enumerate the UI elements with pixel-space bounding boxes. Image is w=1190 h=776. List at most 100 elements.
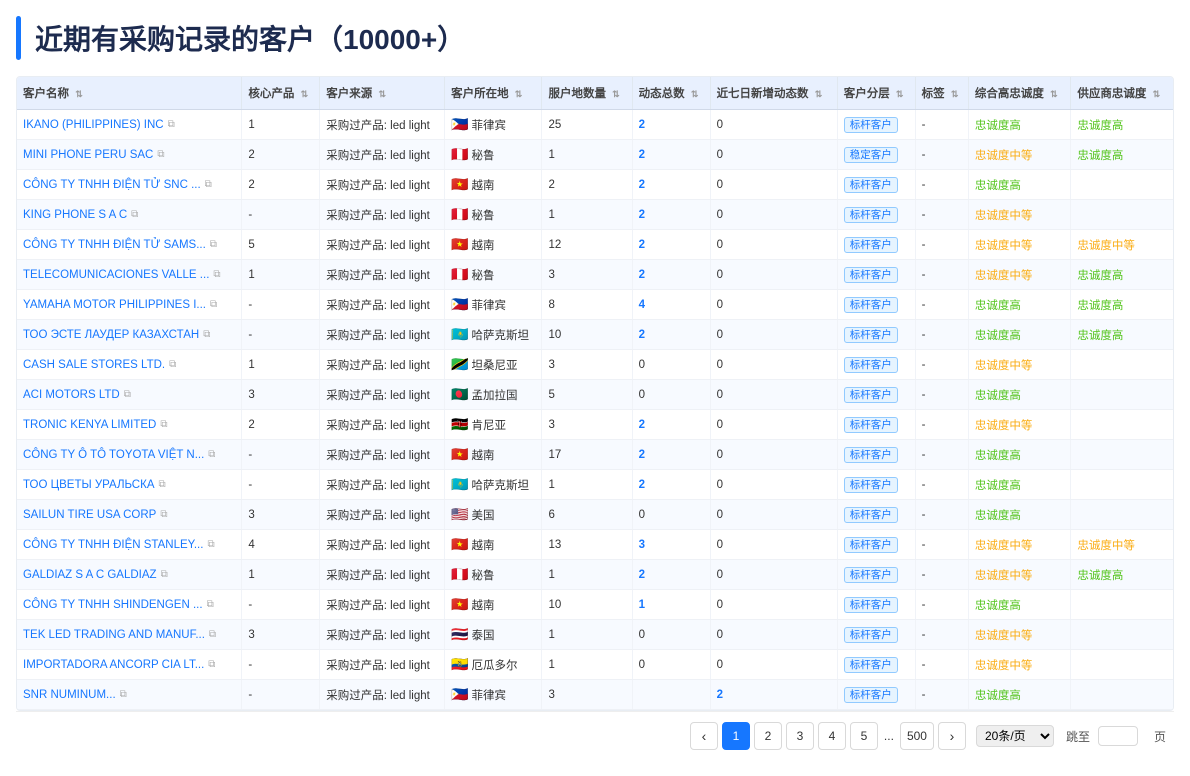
copy-icon[interactable]: ⧉	[120, 689, 127, 700]
cell-name: TELECOMUNICACIONES VALLE ... ⧉	[17, 260, 242, 290]
copy-icon[interactable]: ⧉	[160, 509, 167, 520]
copy-icon[interactable]: ⧉	[207, 599, 214, 610]
cell-source: 采购过产品: led light	[320, 410, 445, 440]
copy-icon[interactable]: ⧉	[208, 449, 215, 460]
cell-loyalty-overall: 忠诚度高	[968, 440, 1071, 470]
page-1-button[interactable]: 1	[722, 722, 750, 750]
cell-core-product: 3	[242, 380, 320, 410]
cell-supplier-count: 13	[542, 530, 632, 560]
col-source[interactable]: 客户来源 ⇅	[320, 77, 445, 110]
cell-loyalty-supplier	[1071, 350, 1173, 380]
cell-supplier-count: 1	[542, 620, 632, 650]
cell-loyalty-overall: 忠诚度高	[968, 380, 1071, 410]
cell-tag: -	[915, 680, 968, 710]
cell-core-product: 3	[242, 500, 320, 530]
cell-loyalty-supplier	[1071, 470, 1173, 500]
copy-icon[interactable]: ⧉	[210, 239, 217, 250]
page-3-button[interactable]: 3	[786, 722, 814, 750]
copy-icon[interactable]: ⧉	[124, 389, 131, 400]
cell-dynamic-total: 2	[632, 140, 710, 170]
cell-loyalty-overall: 忠诚度中等	[968, 350, 1071, 380]
cell-tag: -	[915, 560, 968, 590]
page-500-button[interactable]: 500	[900, 722, 934, 750]
copy-icon[interactable]: ⧉	[160, 419, 167, 430]
col-location[interactable]: 客户所在地 ⇅	[445, 77, 542, 110]
page-5-button[interactable]: 5	[850, 722, 878, 750]
cell-supplier-count: 1	[542, 470, 632, 500]
cell-tag: -	[915, 350, 968, 380]
cell-location: 🇺🇸美国	[445, 500, 542, 530]
sort-icon-location: ⇅	[515, 89, 523, 99]
cell-new-7day: 0	[710, 320, 837, 350]
copy-icon[interactable]: ⧉	[207, 539, 214, 550]
copy-icon[interactable]: ⧉	[205, 179, 212, 190]
cell-source: 采购过产品: led light	[320, 320, 445, 350]
cell-segment: 标杆客户	[837, 320, 915, 350]
cell-new-7day: 0	[710, 110, 837, 140]
col-segment[interactable]: 客户分层 ⇅	[837, 77, 915, 110]
cell-segment: 标杆客户	[837, 410, 915, 440]
cell-source: 采购过产品: led light	[320, 140, 445, 170]
table-row: TELECOMUNICACIONES VALLE ... ⧉ 1 采购过产品: …	[17, 260, 1173, 290]
prev-page-button[interactable]: ‹	[690, 722, 718, 750]
cell-core-product: -	[242, 440, 320, 470]
cell-location: 🇧🇩孟加拉国	[445, 380, 542, 410]
col-tag[interactable]: 标签 ⇅	[915, 77, 968, 110]
cell-dynamic-total: 0	[632, 500, 710, 530]
cell-new-7day: 0	[710, 620, 837, 650]
col-loyalty-supplier[interactable]: 供应商忠诚度 ⇅	[1071, 77, 1173, 110]
copy-icon[interactable]: ⧉	[161, 569, 168, 580]
page-title: 近期有采购记录的客户（10000+）	[35, 18, 465, 58]
cell-location: 🇵🇪秘鲁	[445, 260, 542, 290]
cell-loyalty-supplier: 忠诚度高	[1071, 290, 1173, 320]
col-dynamic-total[interactable]: 动态总数 ⇅	[632, 77, 710, 110]
cell-loyalty-supplier: 忠诚度中等	[1071, 530, 1173, 560]
table-row: CÔNG TY Ô TÔ TOYOTA VIỆT N... ⧉ - 采购过产品:…	[17, 440, 1173, 470]
cell-name: ТОО ЭСТЕ ЛАУДЕР КАЗАХСТАН ⧉	[17, 320, 242, 350]
cell-core-product: 3	[242, 620, 320, 650]
cell-name: ACI MOTORS LTD ⧉	[17, 380, 242, 410]
pagination-bar: ‹ 1 2 3 4 5 ... 500 › 20条/页 50条/页 100条/页…	[16, 711, 1174, 760]
cell-core-product: -	[242, 650, 320, 680]
copy-icon[interactable]: ⧉	[209, 629, 216, 640]
cell-source: 采购过产品: led light	[320, 620, 445, 650]
cell-dynamic-total: 0	[632, 650, 710, 680]
cell-core-product: 1	[242, 350, 320, 380]
page-size-select[interactable]: 20条/页 50条/页 100条/页	[976, 725, 1054, 747]
cell-tag: -	[915, 440, 968, 470]
copy-icon[interactable]: ⧉	[168, 119, 175, 130]
page-4-button[interactable]: 4	[818, 722, 846, 750]
col-new-7day[interactable]: 近七日新增动态数 ⇅	[710, 77, 837, 110]
cell-new-7day: 0	[710, 230, 837, 260]
cell-core-product: 1	[242, 110, 320, 140]
col-name[interactable]: 客户名称 ⇅	[17, 77, 242, 110]
copy-icon[interactable]: ⧉	[213, 269, 220, 280]
next-page-button[interactable]: ›	[938, 722, 966, 750]
cell-source: 采购过产品: led light	[320, 590, 445, 620]
col-loyalty-overall[interactable]: 综合高忠诚度 ⇅	[968, 77, 1071, 110]
cell-source: 采购过产品: led light	[320, 440, 445, 470]
jump-input[interactable]	[1098, 726, 1138, 746]
cell-segment: 标杆客户	[837, 500, 915, 530]
copy-icon[interactable]: ⧉	[169, 359, 176, 370]
cell-new-7day: 0	[710, 650, 837, 680]
cell-source: 采购过产品: led light	[320, 110, 445, 140]
page-2-button[interactable]: 2	[754, 722, 782, 750]
copy-icon[interactable]: ⧉	[203, 329, 210, 340]
copy-icon[interactable]: ⧉	[131, 209, 138, 220]
col-supplier-count[interactable]: 服户地数量 ⇅	[542, 77, 632, 110]
cell-core-product: -	[242, 680, 320, 710]
cell-core-product: 5	[242, 230, 320, 260]
copy-icon[interactable]: ⧉	[210, 299, 217, 310]
cell-segment: 标杆客户	[837, 620, 915, 650]
copy-icon[interactable]: ⧉	[159, 479, 166, 490]
copy-icon[interactable]: ⧉	[208, 659, 215, 670]
copy-icon[interactable]: ⧉	[157, 149, 164, 160]
table-row: SAILUN TIRE USA CORP ⧉ 3 采购过产品: led ligh…	[17, 500, 1173, 530]
cell-segment: 标杆客户	[837, 560, 915, 590]
page-container: 近期有采购记录的客户（10000+） 客户名称 ⇅ 核心产品 ⇅ 客户来源 ⇅ …	[0, 0, 1190, 776]
sort-icon-supplier: ⇅	[612, 89, 620, 99]
col-core-product[interactable]: 核心产品 ⇅	[242, 77, 320, 110]
cell-loyalty-overall: 忠诚度中等	[968, 650, 1071, 680]
cell-loyalty-overall: 忠诚度中等	[968, 140, 1071, 170]
